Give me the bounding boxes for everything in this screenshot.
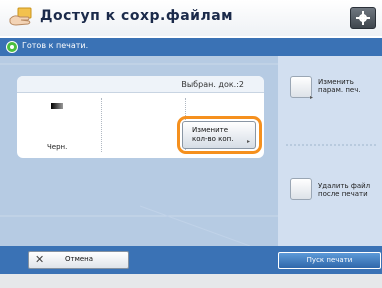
status-bar: Готов к печати. <box>0 38 382 56</box>
delete-after-print-checkbox[interactable] <box>290 178 312 200</box>
status-text: Готов к печати. <box>22 41 89 50</box>
status-ok-icon <box>6 41 18 53</box>
delete-after-print-item[interactable]: Удалить файл после печати <box>278 170 382 210</box>
cancel-button[interactable]: ✕ Отмена <box>28 251 129 269</box>
start-print-label: Пуск печати <box>306 256 353 264</box>
bw-color-icon <box>51 103 63 109</box>
delete-after-print-label: Удалить файл после печати <box>318 182 371 198</box>
divider <box>101 98 102 152</box>
page-title: Доступ к сохр.файлам <box>40 8 234 24</box>
close-icon: ✕ <box>35 253 45 266</box>
start-print-button[interactable]: Пуск печати <box>278 252 381 269</box>
cancel-label: Отмена <box>65 255 94 263</box>
arrow-icon: ▸ <box>247 138 251 145</box>
change-copies-button[interactable]: Измените кол-во коп. ▸ <box>182 121 256 149</box>
title-bar: Доступ к сохр.файлам <box>0 0 382 36</box>
hand-folder-icon <box>9 7 32 26</box>
divider <box>286 144 378 146</box>
change-print-settings-item[interactable]: ▸ Изменить парам. печ. <box>278 68 382 114</box>
arrow-icon: ▸ <box>310 94 314 101</box>
settings-icon <box>356 11 370 25</box>
change-print-settings-button[interactable] <box>290 76 312 98</box>
selected-docs-count: Выбран. док.:2 <box>181 80 244 89</box>
change-print-settings-label: Изменить парам. печ. <box>318 78 361 94</box>
settings-button[interactable] <box>350 7 376 29</box>
color-mode-label: Черн. <box>47 143 68 151</box>
footer <box>0 274 382 288</box>
side-panel: ▸ Изменить парам. печ. Удалить файл посл… <box>278 56 382 246</box>
change-copies-label: Измените кол-во коп. <box>192 126 234 143</box>
info-header: Выбран. док.:2 <box>17 76 264 93</box>
